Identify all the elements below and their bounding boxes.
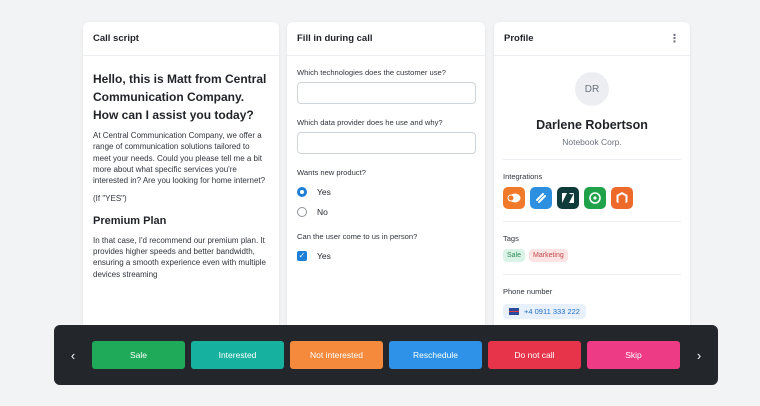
profile-header: Profile ⋮ bbox=[494, 22, 690, 56]
uk-flag-icon bbox=[509, 308, 519, 315]
data-provider-input[interactable] bbox=[297, 132, 476, 154]
radio-option-no[interactable]: No bbox=[297, 202, 475, 222]
radio-unchecked-icon[interactable] bbox=[297, 207, 307, 217]
sale-button[interactable]: Sale bbox=[92, 341, 185, 369]
plan-text: In that case, I'd recommend our premium … bbox=[93, 235, 266, 279]
reschedule-button[interactable]: Reschedule bbox=[389, 341, 482, 369]
question-new-product: Wants new product? bbox=[297, 168, 366, 177]
divider bbox=[503, 221, 681, 222]
call-script-header: Call script bbox=[83, 22, 279, 56]
call-script-body: Hello, this is Matt from Central Communi… bbox=[83, 56, 279, 280]
call-script-panel: Call script Hello, this is Matt from Cen… bbox=[83, 22, 279, 352]
integration-orange-bubble-icon[interactable] bbox=[503, 187, 525, 209]
checkbox-label-yes: Yes bbox=[317, 251, 331, 261]
plan-heading: Premium Plan bbox=[93, 214, 167, 227]
avatar: DR bbox=[575, 72, 609, 106]
fill-in-header: Fill in during call bbox=[287, 22, 485, 56]
integrations-label: Integrations bbox=[503, 172, 543, 181]
interested-button[interactable]: Interested bbox=[191, 341, 284, 369]
phone-number-chip[interactable]: +4 0911 333 222 bbox=[503, 304, 586, 319]
profile-title: Profile bbox=[504, 33, 534, 44]
call-action-bar: ‹ Sale Interested Not interested Resched… bbox=[54, 325, 718, 385]
integration-magento-icon[interactable] bbox=[611, 187, 633, 209]
not-interested-button[interactable]: Not interested bbox=[290, 341, 383, 369]
divider bbox=[503, 159, 681, 160]
script-greeting: Hello, this is Matt from Central Communi… bbox=[93, 72, 267, 122]
divider bbox=[503, 274, 681, 275]
integrations-list bbox=[494, 187, 690, 209]
tag-marketing[interactable]: Marketing bbox=[529, 249, 568, 262]
question-data-provider: Which data provider does he use and why? bbox=[297, 118, 443, 127]
chevron-left-icon[interactable]: ‹ bbox=[54, 325, 92, 385]
more-options-icon[interactable]: ⋮ bbox=[669, 32, 680, 45]
checkbox-option-yes[interactable]: ✓ Yes bbox=[297, 246, 475, 266]
fill-in-panel: Fill in during call Which technologies d… bbox=[287, 22, 485, 352]
integration-blue-slash-icon[interactable] bbox=[530, 187, 552, 209]
tag-sale[interactable]: Sale bbox=[503, 249, 526, 262]
radio-option-yes[interactable]: Yes bbox=[297, 182, 475, 202]
avatar-initials: DR bbox=[584, 83, 600, 95]
action-buttons: Sale Interested Not interested Reschedul… bbox=[92, 341, 680, 369]
question-technologies: Which technologies does the customer use… bbox=[297, 68, 447, 77]
skip-button[interactable]: Skip bbox=[587, 341, 680, 369]
call-script-title: Call script bbox=[93, 33, 139, 44]
profile-company: Notebook Corp. bbox=[562, 137, 622, 147]
radio-label-no: No bbox=[317, 207, 328, 217]
fill-in-body: Which technologies does the customer use… bbox=[287, 56, 485, 266]
phone-label: Phone number bbox=[503, 287, 553, 296]
integration-green-headset-icon[interactable] bbox=[584, 187, 606, 209]
tags-label: Tags bbox=[503, 234, 519, 243]
chevron-right-icon[interactable]: › bbox=[680, 325, 718, 385]
radio-checked-icon[interactable] bbox=[297, 187, 307, 197]
profile-name: Darlene Robertson bbox=[536, 118, 648, 132]
phone-number: +4 0911 333 222 bbox=[524, 307, 580, 316]
question-in-person: Can the user come to us in person? bbox=[297, 232, 418, 241]
technologies-input[interactable] bbox=[297, 82, 476, 104]
script-paragraph: At Central Communication Company, we off… bbox=[93, 131, 266, 186]
do-not-call-button[interactable]: Do not call bbox=[488, 341, 581, 369]
integration-zendesk-icon[interactable] bbox=[557, 187, 579, 209]
radio-label-yes: Yes bbox=[317, 187, 331, 197]
profile-panel: Profile ⋮ DR Darlene Robertson Notebook … bbox=[494, 22, 690, 352]
fill-in-title: Fill in during call bbox=[297, 33, 373, 44]
checkbox-checked-icon[interactable]: ✓ bbox=[297, 251, 307, 261]
tags-list: Sale Marketing bbox=[494, 249, 690, 262]
script-if-yes: (If "YES") bbox=[93, 194, 127, 204]
